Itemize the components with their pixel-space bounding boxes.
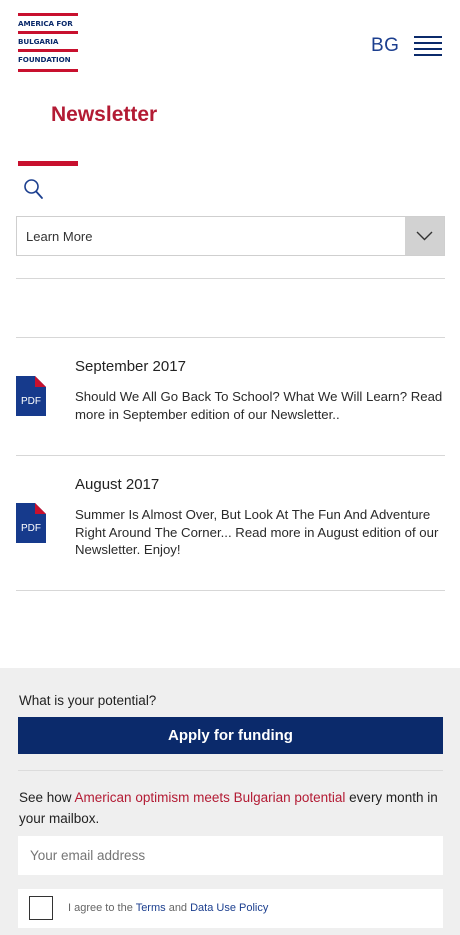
- pdf-label: PDF: [21, 523, 41, 534]
- subscribe-highlight: American optimism meets Bulgarian potent…: [74, 790, 346, 805]
- agree-prefix: I agree to the: [68, 902, 136, 914]
- subscribe-text: See how American optimism meets Bulgaria…: [19, 787, 439, 829]
- chevron-down-icon: [416, 231, 433, 241]
- dropdown-toggle[interactable]: [405, 217, 444, 255]
- newsletter-date: August 2017: [75, 476, 160, 493]
- newsletter-date: September 2017: [75, 358, 186, 375]
- email-field[interactable]: [18, 836, 443, 875]
- pdf-icon[interactable]: PDF: [16, 376, 46, 416]
- agree-checkbox[interactable]: [29, 896, 53, 920]
- logo-line-3: FOUNDATION: [18, 55, 71, 64]
- pdf-label: PDF: [21, 396, 41, 407]
- logo-stripe: [18, 31, 78, 34]
- dropdown-selected-value: Learn More: [26, 229, 93, 244]
- logo-line-2: BULGARIA: [18, 37, 59, 46]
- hamburger-menu-icon[interactable]: [414, 36, 442, 56]
- divider: [16, 278, 445, 279]
- title-underline: [18, 161, 78, 166]
- newsletter-item: PDF August 2017 Summer Is Almost Over, B…: [16, 455, 445, 590]
- divider: [16, 590, 445, 591]
- agree-and: and: [165, 902, 191, 914]
- language-switch[interactable]: BG: [371, 35, 399, 57]
- footer-divider: [18, 770, 443, 771]
- apply-for-funding-button[interactable]: Apply for funding: [18, 717, 443, 754]
- terms-link[interactable]: Terms: [136, 902, 166, 914]
- search-icon[interactable]: [23, 178, 45, 202]
- subscribe-prefix: See how: [19, 790, 75, 805]
- newsletter-item: PDF September 2017 Should We All Go Back…: [16, 337, 445, 454]
- page-title: Newsletter: [51, 103, 158, 126]
- logo-stripe: [18, 49, 78, 52]
- agree-text: I agree to the Terms and Data Use Policy: [68, 902, 268, 914]
- learn-more-dropdown[interactable]: Learn More: [16, 216, 445, 256]
- logo-line-1: AMERICA FOR: [18, 19, 73, 28]
- logo-stripe: [18, 13, 78, 16]
- pdf-icon[interactable]: PDF: [16, 503, 46, 543]
- potential-question: What is your potential?: [19, 693, 157, 708]
- newsletter-description[interactable]: Should We All Go Back To School? What We…: [75, 388, 447, 423]
- data-use-policy-link[interactable]: Data Use Policy: [190, 902, 268, 914]
- foundation-logo[interactable]: AMERICA FOR BULGARIA FOUNDATION: [18, 13, 78, 73]
- newsletter-description[interactable]: Summer Is Almost Over, But Look At The F…: [75, 506, 447, 559]
- logo-stripe: [18, 69, 78, 72]
- agree-row: I agree to the Terms and Data Use Policy: [18, 889, 443, 928]
